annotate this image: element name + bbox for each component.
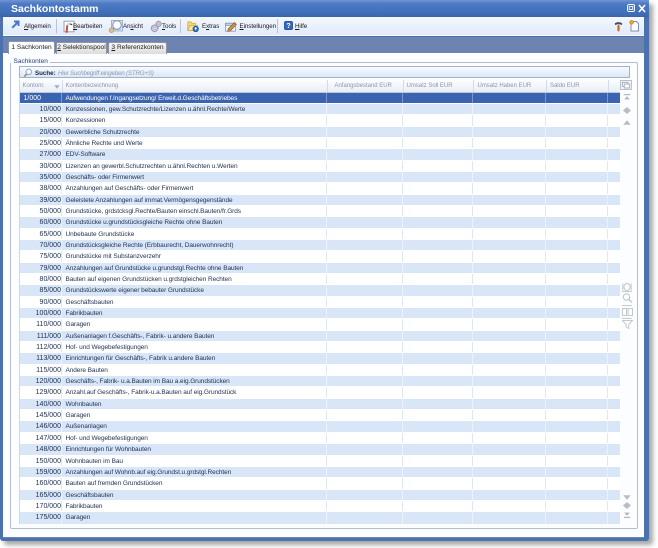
- svg-text:?: ?: [286, 23, 290, 30]
